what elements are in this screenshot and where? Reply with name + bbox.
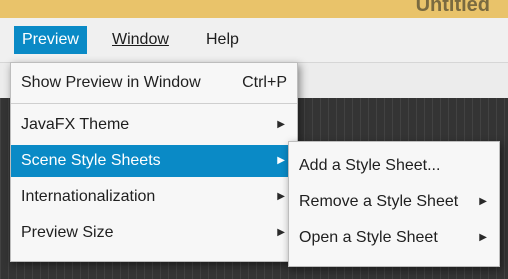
menu-item-label: Preview Size <box>21 224 114 241</box>
submenu-arrow-icon: ▶ <box>277 155 285 166</box>
menu-item-label: JavaFX Theme <box>21 116 130 133</box>
menu-item-label: Internationalization <box>21 188 156 205</box>
menu-item-label: Scene Style Sheets <box>21 152 161 169</box>
menu-help[interactable]: Help <box>198 26 247 54</box>
menu-item-show-preview[interactable]: Show Preview in Window Ctrl+P <box>11 67 297 99</box>
menu-window-label: Window <box>112 31 169 48</box>
menu-item-javafx-theme[interactable]: JavaFX Theme ▶ <box>11 109 297 141</box>
submenu-item-add-style-sheet[interactable]: Add a Style Sheet... <box>289 150 499 182</box>
submenu-arrow-icon: ▶ <box>479 232 487 243</box>
submenu-arrow-icon: ▶ <box>277 191 285 202</box>
menu-window[interactable]: Window <box>104 26 177 54</box>
menu-preview-label: Preview <box>22 31 79 48</box>
menu-preview[interactable]: Preview <box>14 26 87 54</box>
preview-menu-dropdown: Show Preview in Window Ctrl+P JavaFX The… <box>10 62 298 262</box>
menu-help-label: Help <box>206 31 239 48</box>
window-title: Untitled <box>415 0 490 16</box>
menu-item-label: Open a Style Sheet <box>299 229 438 246</box>
menu-item-preview-size[interactable]: Preview Size ▶ <box>11 217 297 249</box>
submenu-item-open-style-sheet[interactable]: Open a Style Sheet ▶ <box>289 222 499 254</box>
style-sheets-submenu: Add a Style Sheet... Remove a Style Shee… <box>288 141 500 267</box>
menu-item-internationalization[interactable]: Internationalization ▶ <box>11 181 297 213</box>
submenu-arrow-icon: ▶ <box>277 119 285 130</box>
menubar: Preview Window Help <box>0 18 508 63</box>
menu-item-label: Show Preview in Window <box>21 74 201 91</box>
submenu-arrow-icon: ▶ <box>479 196 487 207</box>
menu-item-label: Add a Style Sheet... <box>299 157 441 174</box>
submenu-item-remove-style-sheet[interactable]: Remove a Style Sheet ▶ <box>289 186 499 218</box>
menu-item-scene-style-sheets[interactable]: Scene Style Sheets ▶ <box>11 145 297 177</box>
menu-item-shortcut: Ctrl+P <box>242 74 287 91</box>
submenu-arrow-icon: ▶ <box>277 227 285 238</box>
menu-separator <box>11 103 297 104</box>
window-title-strip: Untitled <box>0 0 508 18</box>
menu-item-label: Remove a Style Sheet <box>299 193 459 210</box>
